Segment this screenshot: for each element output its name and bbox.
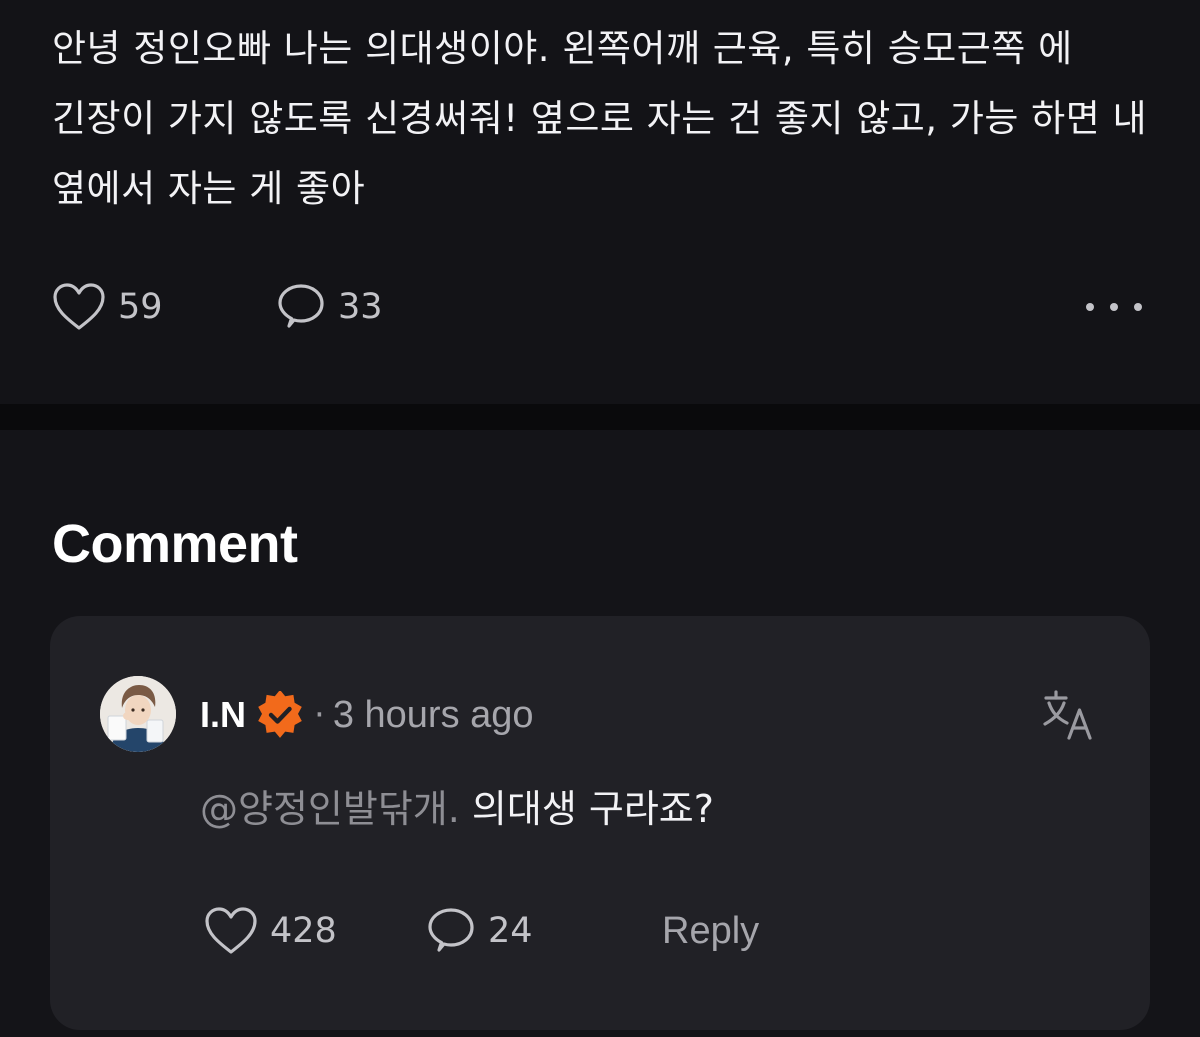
comment-timestamp: 3 hours ago [332, 693, 534, 736]
translate-icon [1043, 690, 1092, 740]
section-divider [0, 404, 1200, 430]
comment-text: 의대생 구라죠? [459, 787, 714, 831]
verified-badge-icon [258, 691, 302, 738]
comment-heading: Comment [52, 514, 298, 574]
author-name[interactable]: I.N [200, 694, 246, 736]
post-actions: 59 33 [52, 282, 1142, 332]
reply-button[interactable]: Reply [662, 906, 759, 956]
comment-actions: 428 24 Reply [204, 906, 904, 956]
post-like-count: 59 [118, 287, 163, 327]
avatar[interactable] [100, 676, 176, 752]
post-comment-count: 33 [338, 287, 383, 327]
comment-card: I.N · 3 hours ago @양정인발닦개. 의대생 구라죠? 428 … [50, 616, 1150, 1030]
heart-outline-icon [53, 283, 105, 330]
comment-reply-count: 24 [488, 911, 533, 951]
comment-replies-button[interactable]: 24 [426, 906, 533, 956]
comment-like-button[interactable]: 428 [204, 906, 337, 956]
post-like-button[interactable]: 59 [52, 282, 163, 332]
comment-section: Comment I.N · 3 hours ago @양정인발닦개. 의대생 구… [0, 430, 1200, 1037]
post-text: 안녕 정인오빠 나는 의대생이야. 왼쪽어깨 근육, 특히 승모근쪽 에 긴장이… [52, 27, 1148, 210]
post-comment-button[interactable]: 33 [276, 282, 383, 332]
post: 안녕 정인오빠 나는 의대생이야. 왼쪽어깨 근육, 특히 승모근쪽 에 긴장이… [0, 0, 1200, 404]
mention-link[interactable]: @양정인발닦개. [200, 787, 460, 831]
heart-outline-icon [205, 907, 257, 954]
separator-dot: · [314, 695, 325, 735]
comment-body: @양정인발닦개. 의대생 구라죠? [200, 784, 714, 834]
screen: 안녕 정인오빠 나는 의대생이야. 왼쪽어깨 근육, 특히 승모근쪽 에 긴장이… [0, 0, 1200, 1037]
translate-button[interactable] [1042, 688, 1096, 742]
speech-bubble-icon [278, 284, 324, 328]
author-line: I.N · 3 hours ago [200, 691, 534, 738]
more-horizontal-icon [1086, 303, 1094, 311]
speech-bubble-icon [428, 908, 474, 952]
more-options-button[interactable] [1086, 292, 1142, 322]
comment-like-count: 428 [270, 911, 337, 951]
